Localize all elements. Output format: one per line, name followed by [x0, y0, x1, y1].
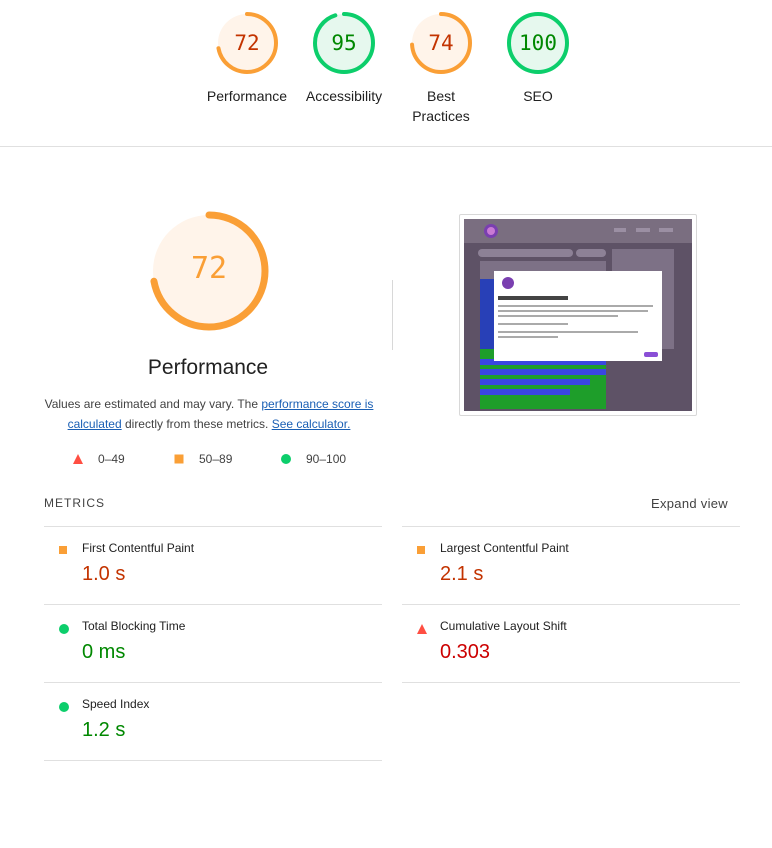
metric-name: Total Blocking Time: [82, 619, 186, 633]
legend-average: 50–89: [173, 452, 232, 466]
vertical-divider: [392, 280, 393, 350]
metric-value: 0.303: [440, 641, 491, 663]
gauge-ring: 74: [408, 10, 474, 76]
header-divider: [0, 146, 772, 147]
circle-green-icon: [281, 454, 291, 464]
gauge-seo[interactable]: 100 SEO: [488, 10, 588, 106]
metric-total-blocking-time: Total Blocking Time 0 ms: [44, 604, 382, 683]
legend-pass: 90–100: [280, 452, 346, 466]
metric-speed-index: Speed Index 1.2 s: [44, 682, 382, 761]
legend-range: 90–100: [306, 452, 347, 466]
screenshot-page: [464, 219, 692, 411]
metric-divider: [402, 682, 740, 683]
performance-description: Values are estimated and may vary. The p…: [40, 394, 378, 434]
gauge-score: 100: [519, 31, 557, 55]
legend-range: 50–89: [199, 452, 233, 466]
performance-gauge: 72: [148, 210, 270, 332]
gauge-best-practices[interactable]: 74 Best Practices: [391, 10, 491, 126]
metric-name: Largest Contentful Paint: [440, 541, 569, 555]
gauge-label: Best Practices: [412, 88, 470, 124]
metric-value: 1.2 s: [82, 719, 126, 741]
description-text: directly from these metrics.: [121, 417, 272, 431]
metric-largest-contentful-paint: Largest Contentful Paint 2.1 s: [402, 526, 740, 605]
gauge-score: 95: [331, 31, 357, 55]
gauge-score: 72: [234, 31, 260, 55]
square-orange-icon: [59, 546, 67, 554]
metric-value: 1.0 s: [82, 563, 126, 585]
performance-score: 72: [190, 251, 228, 286]
legend-fail: 0–49: [72, 452, 125, 466]
gauge-score: 74: [428, 31, 454, 55]
metrics-heading: METRICS: [44, 496, 105, 510]
triangle-red-icon: [417, 624, 427, 634]
gauge-ring: 100: [505, 10, 571, 76]
metric-first-contentful-paint: First Contentful Paint 1.0 s: [44, 526, 382, 605]
description-text: Values are estimated and may vary. The: [44, 397, 262, 411]
final-screenshot[interactable]: [459, 214, 697, 416]
metric-name: Speed Index: [82, 697, 150, 711]
screenshot-render: [464, 219, 692, 411]
circle-green-icon: [59, 624, 69, 634]
gauge-accessibility[interactable]: 95 Accessibility: [294, 10, 394, 106]
metric-value: 2.1 s: [440, 563, 484, 585]
gauge-label: SEO: [523, 88, 553, 104]
metric-cumulative-layout-shift: Cumulative Layout Shift 0.303: [402, 604, 740, 683]
metric-name: First Contentful Paint: [82, 541, 195, 555]
performance-title: Performance: [147, 356, 269, 379]
square-orange-icon: [417, 546, 425, 554]
metric-name: Cumulative Layout Shift: [440, 619, 567, 633]
gauge-label: Performance: [206, 88, 288, 104]
circle-green-icon: [59, 702, 69, 712]
metric-value: 0 ms: [82, 641, 126, 663]
expand-view-button[interactable]: Expand view: [651, 496, 728, 511]
see-calculator-link[interactable]: See calculator.: [272, 417, 351, 431]
metric-divider: [44, 760, 382, 761]
triangle-red-icon: [73, 454, 83, 464]
gauge-performance[interactable]: 72 Performance: [197, 10, 297, 106]
gauge-label: Accessibility: [305, 88, 383, 104]
gauge-ring: 72: [214, 10, 280, 76]
legend-range: 0–49: [98, 452, 125, 466]
square-orange-icon: [174, 454, 184, 464]
gauge-ring: 95: [311, 10, 377, 76]
